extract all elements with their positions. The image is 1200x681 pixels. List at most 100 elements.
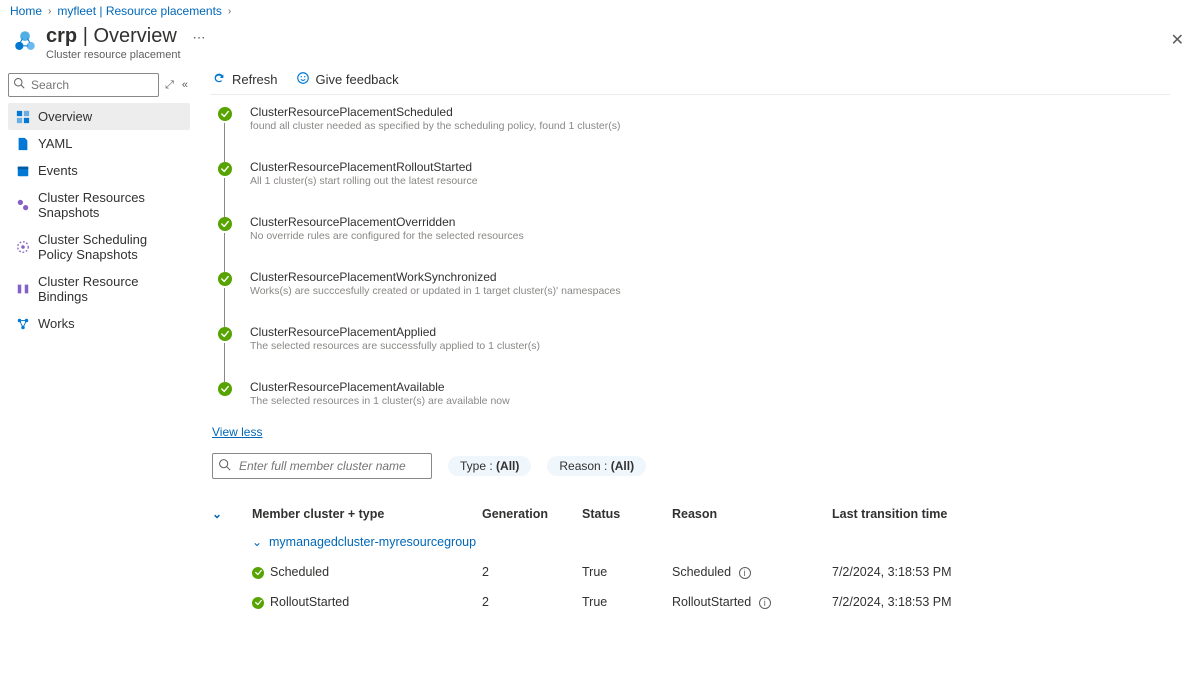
success-icon: [218, 327, 232, 341]
row-status: True: [582, 557, 672, 587]
events-icon: [16, 164, 30, 178]
sidebar-item-label: Events: [38, 163, 78, 178]
sidebar-item-yaml[interactable]: YAML: [8, 130, 190, 157]
row-generation: 2: [482, 557, 582, 587]
row-reason: RolloutStarted: [672, 595, 751, 609]
info-icon[interactable]: i: [739, 567, 751, 579]
sidebar: ⤢ « Overview YAML Events Cluster Resourc…: [0, 67, 196, 681]
more-button[interactable]: ⋯: [193, 30, 207, 46]
col-header-generation[interactable]: Generation: [482, 501, 582, 527]
table-row: Scheduled2TrueScheduled i7/2/2024, 3:18:…: [212, 557, 1172, 587]
timeline-description: found all cluster needed as specified by…: [250, 120, 620, 132]
row-last-transition: 7/2/2024, 3:18:53 PM: [832, 587, 1172, 617]
success-icon: [218, 382, 232, 396]
close-button[interactable]: ✕: [1167, 26, 1188, 54]
row-last-transition: 7/2/2024, 3:18:53 PM: [832, 557, 1172, 587]
timeline-connector: [224, 343, 226, 382]
col-header-status[interactable]: Status: [582, 501, 672, 527]
bindings-icon: [16, 282, 30, 296]
chevron-down-icon[interactable]: ⌄: [212, 507, 222, 521]
policy-snapshot-icon: [16, 240, 30, 254]
chevron-down-icon[interactable]: ⌄: [252, 535, 262, 549]
feedback-button[interactable]: Give feedback: [296, 71, 399, 88]
status-timeline: ClusterResourcePlacementScheduledfound a…: [212, 105, 1200, 417]
sidebar-item-label: Overview: [38, 109, 92, 124]
sidebar-item-label: YAML: [38, 136, 72, 151]
filter-type-pill[interactable]: Type : (All): [448, 456, 531, 476]
success-icon: [252, 567, 264, 579]
document-icon: [16, 137, 30, 151]
sidebar-item-cluster-resource-bindings[interactable]: Cluster Resource Bindings: [8, 268, 190, 310]
works-icon: [16, 317, 30, 331]
timeline-item: ClusterResourcePlacementRolloutStartedAl…: [218, 160, 1200, 215]
col-header-last[interactable]: Last transition time: [832, 501, 1172, 527]
timeline-item: ClusterResourcePlacementAppliedThe selec…: [218, 325, 1200, 380]
success-icon: [218, 272, 232, 286]
refresh-button[interactable]: Refresh: [212, 71, 278, 88]
timeline-title: ClusterResourcePlacementScheduled: [250, 105, 620, 119]
snapshot-icon: [16, 198, 30, 212]
success-icon: [252, 597, 264, 609]
refresh-label: Refresh: [232, 72, 278, 87]
sidebar-search-input[interactable]: [8, 73, 159, 97]
table-group-row[interactable]: ⌄ mymanagedcluster-myresourcegroup: [212, 527, 1172, 557]
success-icon: [218, 162, 232, 176]
filter-reason-pill[interactable]: Reason : (All): [547, 456, 646, 476]
sidebar-item-label: Works: [38, 316, 75, 331]
cluster-search-input[interactable]: [212, 453, 432, 479]
timeline-description: No override rules are configured for the…: [250, 230, 524, 242]
success-icon: [218, 217, 232, 231]
timeline-description: The selected resources in 1 cluster(s) a…: [250, 395, 510, 407]
timeline-description: The selected resources are successfully …: [250, 340, 540, 352]
breadcrumb-home[interactable]: Home: [10, 4, 42, 18]
timeline-item: ClusterResourcePlacementWorkSynchronized…: [218, 270, 1200, 325]
overview-icon: [16, 110, 30, 124]
page-title: crp | Overview: [46, 24, 181, 48]
timeline-item: ClusterResourcePlacementScheduledfound a…: [218, 105, 1200, 160]
row-type: RolloutStarted: [270, 595, 349, 609]
page-subtitle: Cluster resource placement: [46, 49, 181, 61]
timeline-title: ClusterResourcePlacementRolloutStarted: [250, 160, 478, 174]
cluster-link[interactable]: mymanagedcluster-myresourcegroup: [269, 535, 476, 549]
timeline-title: ClusterResourcePlacementApplied: [250, 325, 540, 339]
row-generation: 2: [482, 587, 582, 617]
info-icon[interactable]: i: [759, 597, 771, 609]
sidebar-item-events[interactable]: Events: [8, 157, 190, 184]
search-icon: [218, 458, 231, 474]
placement-status-table: ⌄ Member cluster + type Generation Statu…: [212, 501, 1172, 617]
divider: [210, 94, 1170, 95]
timeline-connector: [224, 288, 226, 327]
breadcrumb-fleet[interactable]: myfleet | Resource placements: [57, 4, 222, 18]
timeline-item: ClusterResourcePlacementOverriddenNo ove…: [218, 215, 1200, 270]
sidebar-item-scheduling-policy-snapshots[interactable]: Cluster Scheduling Policy Snapshots: [8, 226, 190, 268]
row-reason: Scheduled: [672, 565, 731, 579]
sidebar-item-works[interactable]: Works: [8, 310, 190, 337]
timeline-connector: [224, 178, 226, 217]
timeline-description: Works(s) are succcesfully created or upd…: [250, 285, 621, 297]
view-less-link[interactable]: View less: [212, 425, 262, 439]
chevron-right-icon: ›: [46, 6, 53, 17]
timeline-description: All 1 cluster(s) start rolling out the l…: [250, 175, 478, 187]
sidebar-item-cluster-resources-snapshots[interactable]: Cluster Resources Snapshots: [8, 184, 190, 226]
search-icon: [13, 77, 25, 92]
blade-header: crp | Overview Cluster resource placemen…: [0, 20, 1200, 67]
resource-icon: [12, 28, 38, 54]
sidebar-expand-icon[interactable]: ⤢: [163, 79, 176, 92]
feedback-icon: [296, 71, 310, 88]
table-row: RolloutStarted2TrueRolloutStarted i7/2/2…: [212, 587, 1172, 617]
toolbar: Refresh Give feedback: [212, 67, 1200, 94]
row-type: Scheduled: [270, 565, 329, 579]
row-status: True: [582, 587, 672, 617]
content-area: Refresh Give feedback ClusterResourcePla…: [196, 67, 1200, 681]
timeline-title: ClusterResourcePlacementAvailable: [250, 380, 510, 394]
sidebar-item-label: Cluster Scheduling Policy Snapshots: [38, 232, 182, 262]
refresh-icon: [212, 71, 226, 88]
col-header-reason[interactable]: Reason: [672, 501, 832, 527]
sidebar-collapse-icon[interactable]: «: [180, 79, 190, 91]
timeline-connector: [224, 123, 226, 162]
sidebar-item-overview[interactable]: Overview: [8, 103, 190, 130]
col-header-cluster[interactable]: Member cluster + type: [252, 501, 482, 527]
timeline-item: ClusterResourcePlacementAvailableThe sel…: [218, 380, 1200, 417]
success-icon: [218, 107, 232, 121]
sidebar-item-label: Cluster Resources Snapshots: [38, 190, 182, 220]
